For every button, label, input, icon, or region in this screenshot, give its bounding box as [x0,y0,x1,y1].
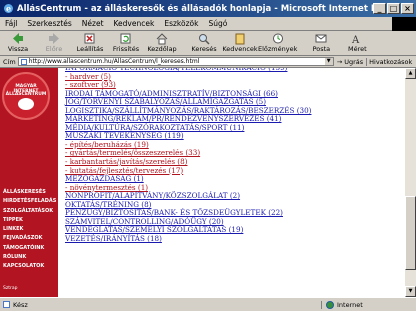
internet-zone-icon [326,300,334,309]
nav-tippek[interactable]: TIPPEK [3,216,58,225]
menu-file[interactable]: Fájl [0,19,22,28]
menu-help[interactable]: Súgó [203,19,232,28]
windows-logo [392,17,416,31]
menu-favorites[interactable]: Kedvencek [109,19,160,28]
address-url[interactable]: http://www.allascentrum.hu/AllasCentrum/… [29,58,325,65]
status-text: Kész [13,300,28,309]
nav-rolunk[interactable]: RÓLUNK [3,253,58,262]
scroll-thumb[interactable] [405,196,416,270]
title-bar: e ÁllásCentrum - az álláskeresők és állá… [0,0,416,17]
nav-fejvadaszok[interactable]: FEJVADÁSZOK [3,234,58,243]
stop-button[interactable]: Leállítás [72,31,108,53]
address-dropdown-icon[interactable]: ▼ [324,58,333,65]
stop-icon [84,33,95,44]
toolbar: Vissza Előre Leállítás Frissítés Kezdőla… [0,31,416,56]
history-icon [272,33,283,44]
svg-text:e: e [6,4,11,14]
nav-tamogatoink[interactable]: TÁMOGATÓINK [3,244,58,253]
history-button[interactable]: Előzmények [258,31,297,53]
menu-edit[interactable]: Szerkesztés [22,19,76,28]
text-size-icon: A [351,35,360,45]
forward-button[interactable]: Előre [36,31,72,53]
site-nav: ÁLLÁSKERESÉS HIRDETÉSFELADÁS SZOLGÁLTATÁ… [3,188,58,272]
scroll-down-icon[interactable]: ▼ [405,286,416,297]
mail-icon [315,34,327,43]
zone-text: Internet [337,300,363,309]
home-icon [156,33,168,45]
nav-kapcsolatok[interactable]: KAPCSOLATOK [3,262,58,271]
site-logo[interactable]: MAGYAR INTERNET ÁLLÁSCENTRUM [2,72,50,120]
favorites-button[interactable]: Kedvencek [222,31,258,53]
close-button[interactable]: × [401,3,414,14]
page-icon [20,58,27,65]
internet-explorer-icon: e [4,4,13,14]
page-content: INFORMÁCIÓ TECHNOLÓGIA/TELEKOMMUNIKÁCIÓ … [58,68,405,297]
svg-text:A: A [351,35,360,45]
status-bar: Kész Internet [0,297,416,311]
links-button[interactable]: Hivatkozások [366,57,412,66]
refresh-icon [120,33,131,44]
scroll-up-icon[interactable]: ▲ [405,68,416,79]
address-field[interactable]: http://www.allascentrum.hu/AllasCentrum/… [17,57,334,66]
nav-hirdetesfeladas[interactable]: HIRDETÉSFELADÁS [3,197,58,206]
address-bar: Cím http://www.allascentrum.hu/AllasCent… [0,56,416,68]
menu-view[interactable]: Nézet [77,19,109,28]
sidebar-footer: Sztrap [3,286,18,291]
maximize-button[interactable]: □ [387,3,400,14]
menu-tools[interactable]: Eszközök [159,19,203,28]
mail-button[interactable]: Posta [303,31,339,53]
address-label: Cím [3,57,16,66]
nav-allaskereses[interactable]: ÁLLÁSKERESÉS [3,188,58,197]
site-sidebar: MAGYAR INTERNET ÁLLÁSCENTRUM ÁLLÁSKERESÉ… [0,68,58,297]
search-button[interactable]: Keresés [186,31,222,53]
logo-disc-icon [18,98,34,110]
page-status-icon [3,301,10,308]
menu-bar: Fájl Szerkesztés Nézet Kedvencek Eszközö… [0,17,416,31]
logo-text-bottom: ÁLLÁSCENTRUM [5,92,47,97]
refresh-button[interactable]: Frissítés [108,31,144,53]
search-icon [199,34,210,45]
forward-arrow-icon [49,33,59,44]
size-button[interactable]: A Méret [339,31,375,53]
minimize-button[interactable]: _ [373,3,386,14]
window-title: ÁllásCentrum - az álláskeresők és állása… [17,3,373,14]
job-category-link[interactable]: VEZETÉS/IRÁNYÍTÁS (18) [65,234,312,244]
favorites-icon [235,33,245,45]
back-button[interactable]: Vissza [0,31,36,53]
back-arrow-icon [13,33,23,44]
vertical-scrollbar[interactable]: ▲ ▼ [405,68,416,297]
nav-linkek[interactable]: LINKEK [3,225,58,234]
job-category-list: INFORMÁCIÓ TECHNOLÓGIA/TELEKOMMUNIKÁCIÓ … [65,68,312,243]
go-button[interactable]: → Ugrás [334,58,366,66]
home-button[interactable]: Kezdőlap [144,31,180,53]
nav-szolgaltatasok[interactable]: SZOLGÁLTATÁSOK [3,207,58,216]
